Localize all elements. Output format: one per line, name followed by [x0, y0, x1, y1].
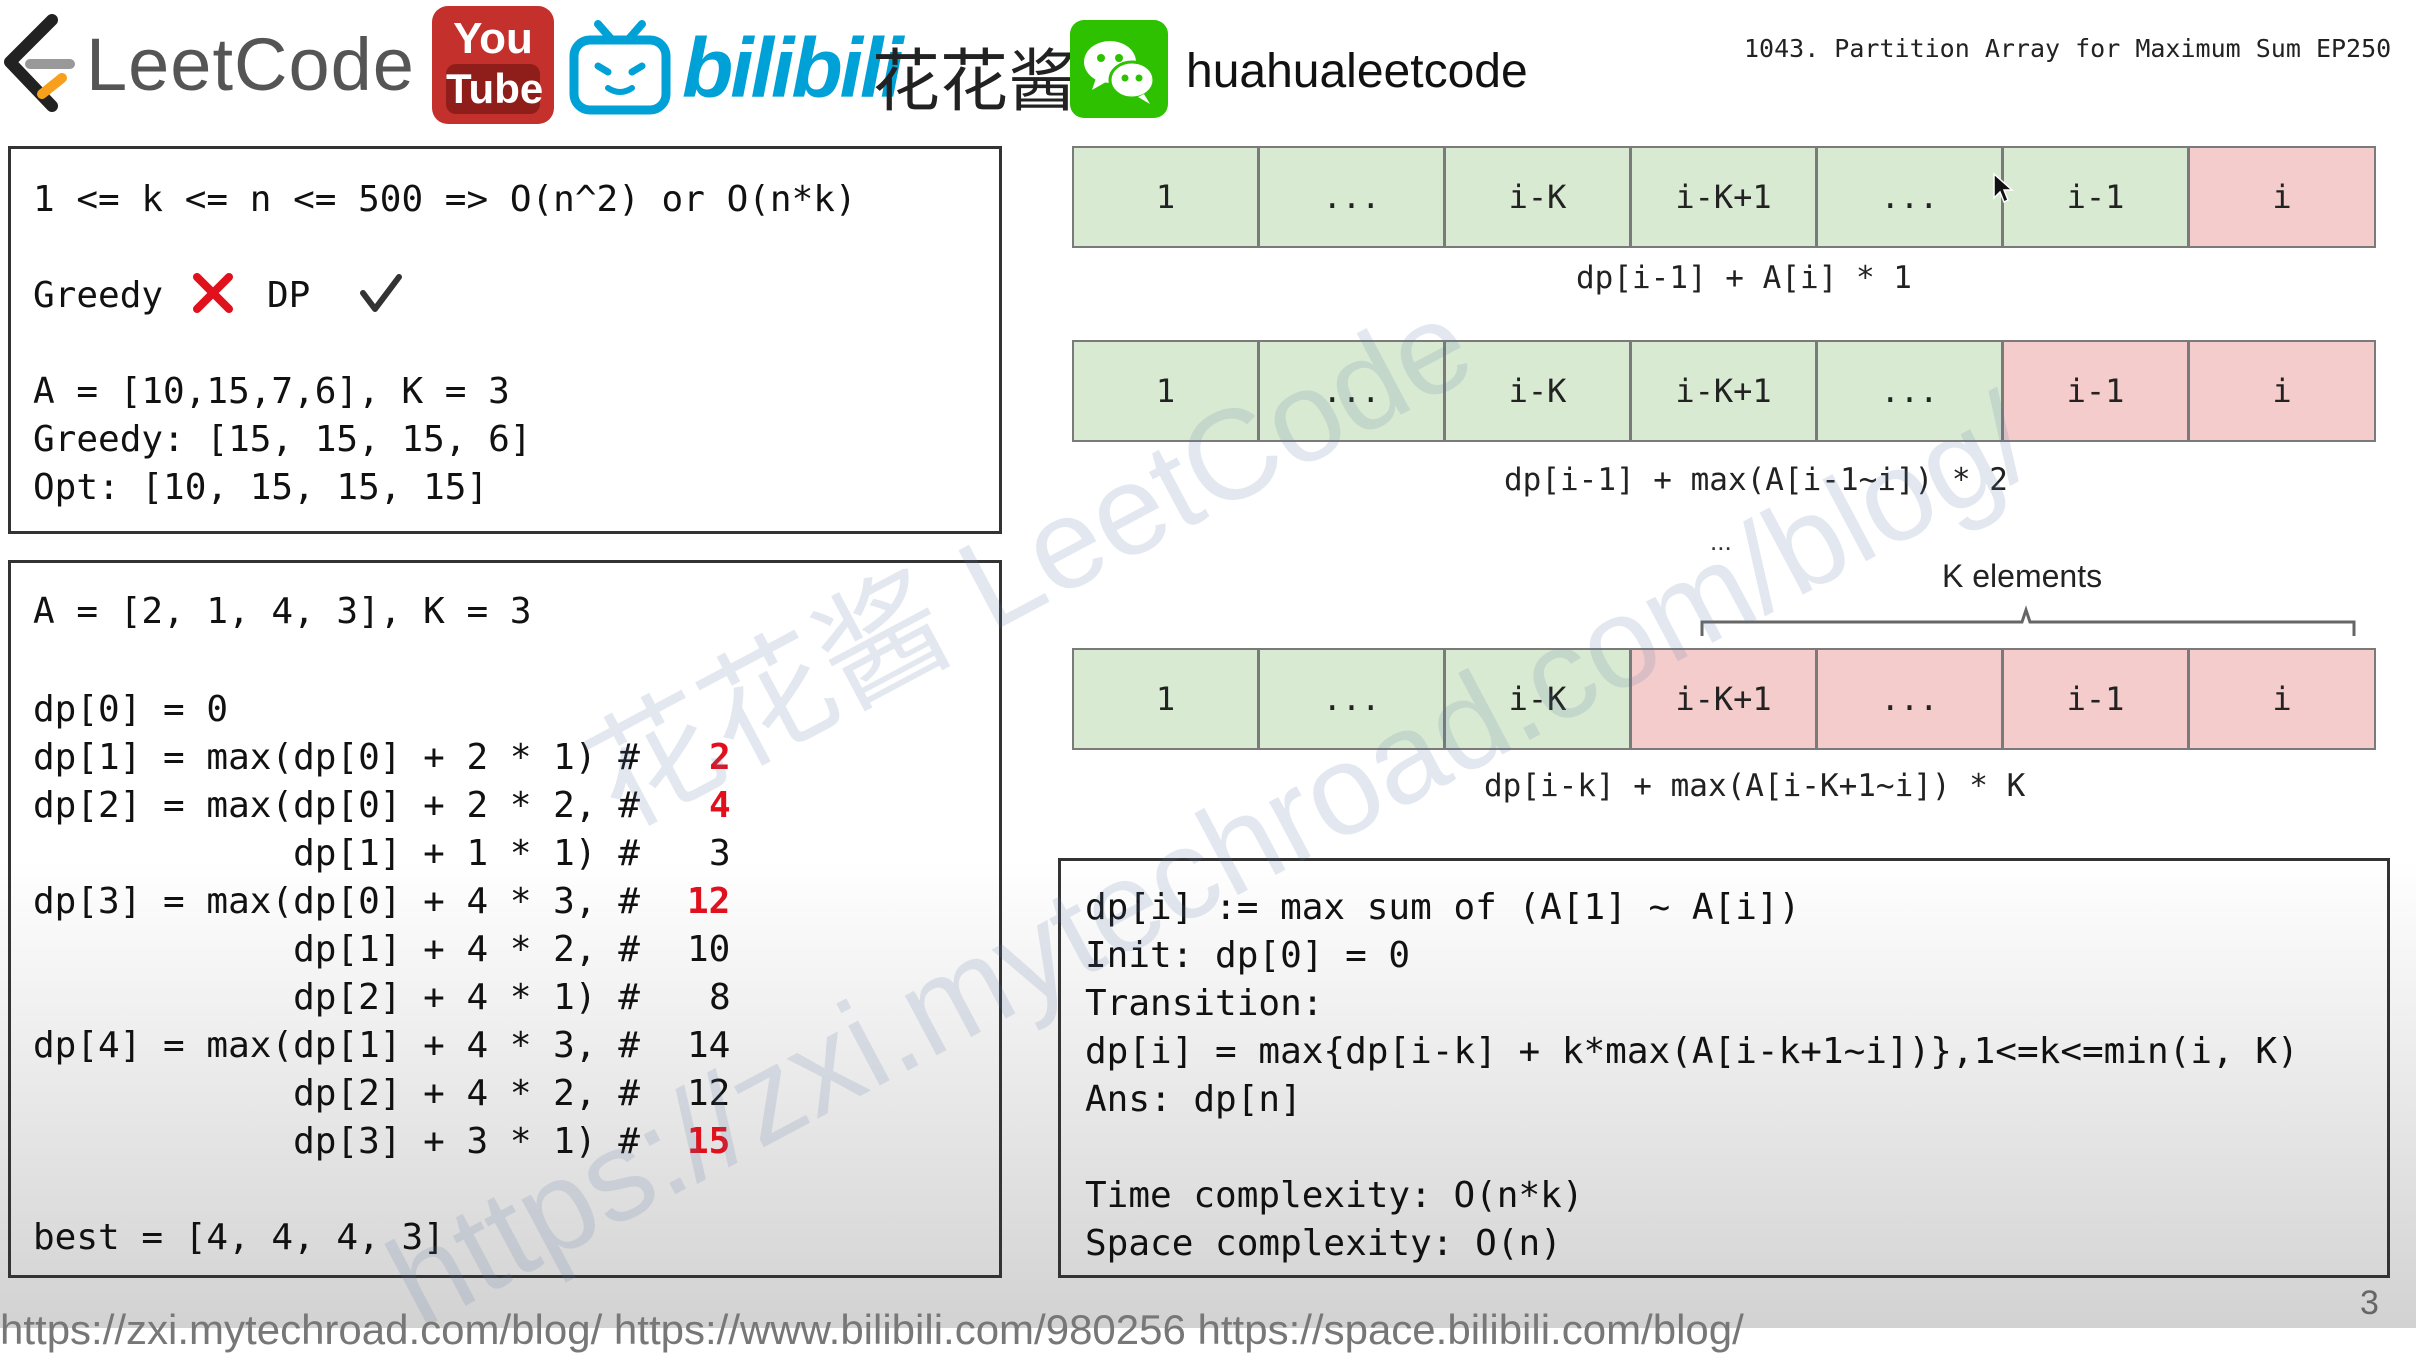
row1-cell-2: ...	[1258, 146, 1445, 248]
dp1-line: dp[1] = max(dp[0] + 2 * 1) #	[33, 737, 640, 778]
k-elements-brace	[1700, 605, 2356, 636]
constraint-line: 1 <= k <= n <= 500 => O(n^2) or O(n*k)	[33, 179, 857, 220]
channel-handle: huahualeetcode	[1186, 45, 1528, 98]
dp0-line: dp[0] = 0	[33, 689, 229, 730]
dp4-line-c: dp[3] + 3 * 1) #	[33, 1121, 640, 1162]
example-array-line: A = [10,15,7,6], K = 3	[33, 371, 510, 412]
dp4-value-c: 15	[687, 1121, 731, 1162]
k-elements-label: K elements	[1942, 558, 2103, 594]
row2-cell-1: 1	[1072, 340, 1259, 442]
row2-cell-3: i-K	[1444, 340, 1631, 442]
wechat-logo-icon	[1070, 20, 1168, 118]
leetcode-wordmark: LeetCode	[86, 23, 415, 106]
space-complexity-line: Space complexity: O(n)	[1085, 1223, 1562, 1264]
row2-cell-4: i-K+1	[1630, 340, 1817, 442]
time-complexity-line: Time complexity: O(n*k)	[1085, 1175, 1584, 1216]
dp-example-box: A = [2, 1, 4, 3], K = 3 dp[0] = 0 dp[1] …	[8, 560, 1002, 1278]
greedy-result-line: Greedy: [15, 15, 15, 6]	[33, 419, 532, 460]
dp3-value-c: 8	[709, 977, 731, 1018]
row1-cell-7: i	[2188, 146, 2376, 248]
row2-caption: dp[i-1] + max(A[i-1~i]) * 2	[1504, 462, 2008, 498]
row2-cell-2: ...	[1258, 340, 1445, 442]
dp3-line-b: dp[1] + 4 * 2, #	[33, 929, 640, 970]
row1-cell-6: i-1	[2002, 146, 2189, 248]
dp2-value-a: 4	[709, 785, 731, 826]
row1-caption: dp[i-1] + A[i] * 1	[1576, 260, 1912, 296]
dp2-value-b: 3	[709, 833, 731, 874]
dp4-line-a: dp[4] = max(dp[1] + 4 * 3, #	[33, 1025, 640, 1066]
row3-cell-3: i-K	[1444, 648, 1631, 750]
row3-cell-1: 1	[1072, 648, 1259, 750]
check-mark-icon	[360, 274, 402, 312]
youtube-you-text: You	[453, 14, 533, 63]
dp3-value-a: 12	[687, 881, 731, 922]
row2-cell-5: ...	[1816, 340, 2003, 442]
bilibili-wordmark: bilibili	[682, 21, 904, 115]
dp4-value-a: 14	[687, 1025, 731, 1066]
dp4-value-b: 12	[687, 1073, 731, 1114]
leetcode-logo-icon	[4, 14, 75, 112]
dp4-line-b: dp[2] + 4 * 2, #	[33, 1073, 640, 1114]
row2-cell-6: i-1	[2002, 340, 2189, 442]
row2-cell-7: i	[2188, 340, 2376, 442]
row1-cell-4: i-K+1	[1630, 146, 1817, 248]
row3-cell-2: ...	[1258, 648, 1445, 750]
transition-formula: dp[i] = max{dp[i-k] + k*max(A[i-k+1~i])}…	[1085, 1031, 2299, 1072]
dp1-value: 2	[709, 737, 731, 778]
row1-cell-1: 1	[1072, 146, 1259, 248]
header-bar: LeetCode You Tube bilibili 花花酱 huahualee…	[0, 0, 2416, 140]
wechat-bubbles-icon	[1084, 41, 1156, 104]
transition-label: Transition:	[1085, 983, 1324, 1024]
row3-cell-5: ...	[1816, 648, 2003, 750]
dp2-line-a: dp[2] = max(dp[0] + 2 * 2, #	[33, 785, 640, 826]
dp-label: DP	[267, 275, 311, 316]
complexity-greedy-box: 1 <= k <= n <= 500 => O(n^2) or O(n*k) G…	[8, 146, 1002, 534]
opt-result-line: Opt: [10, 15, 15, 15]	[33, 467, 489, 508]
row3-cell-7: i	[2188, 648, 2376, 750]
dp2-line-b: dp[1] + 1 * 1) #	[33, 833, 640, 874]
row1-cell-3: i-K	[1444, 146, 1631, 248]
mouse-cursor-icon	[1993, 172, 2014, 204]
example-input-line: A = [2, 1, 4, 3], K = 3	[33, 591, 532, 632]
answer-line: Ans: dp[n]	[1085, 1079, 1302, 1120]
dp3-line-c: dp[2] + 4 * 1) #	[33, 977, 640, 1018]
bilibili-tv-icon	[569, 20, 671, 115]
huahua-chinese-name: 花花酱	[872, 44, 1077, 120]
dp-summary-box: dp[i] := max sum of (A[1] ~ A[i]) Init: …	[1058, 858, 2390, 1278]
row3-cell-6: i-1	[2002, 648, 2189, 750]
dp3-value-b: 10	[687, 929, 731, 970]
youtube-logo-icon: You Tube	[432, 6, 554, 124]
row3-caption: dp[i-k] + max(A[i-K+1~i]) * K	[1484, 768, 2026, 804]
row3-cell-4: i-K+1	[1630, 648, 1817, 750]
dp-definition-line: dp[i] := max sum of (A[1] ~ A[i])	[1085, 887, 1801, 928]
cross-mark-icon	[193, 273, 233, 313]
row1-cell-5: ...	[1816, 146, 2003, 248]
dp3-line-a: dp[3] = max(dp[0] + 4 * 3, #	[33, 881, 640, 922]
greedy-label: Greedy	[33, 275, 164, 316]
youtube-tube-text: Tube	[446, 64, 544, 114]
footer-urls: https://zxi.mytechroad.com/blog/ https:/…	[0, 1306, 1744, 1353]
rows-ellipsis: ...	[1710, 526, 1732, 556]
slide-title: 1043. Partition Array for Maximum Sum EP…	[1744, 34, 2392, 63]
best-partition-line: best = [4, 4, 4, 3]	[33, 1217, 445, 1258]
init-line: Init: dp[0] = 0	[1085, 935, 1411, 976]
page-number: 3	[2360, 1284, 2379, 1322]
